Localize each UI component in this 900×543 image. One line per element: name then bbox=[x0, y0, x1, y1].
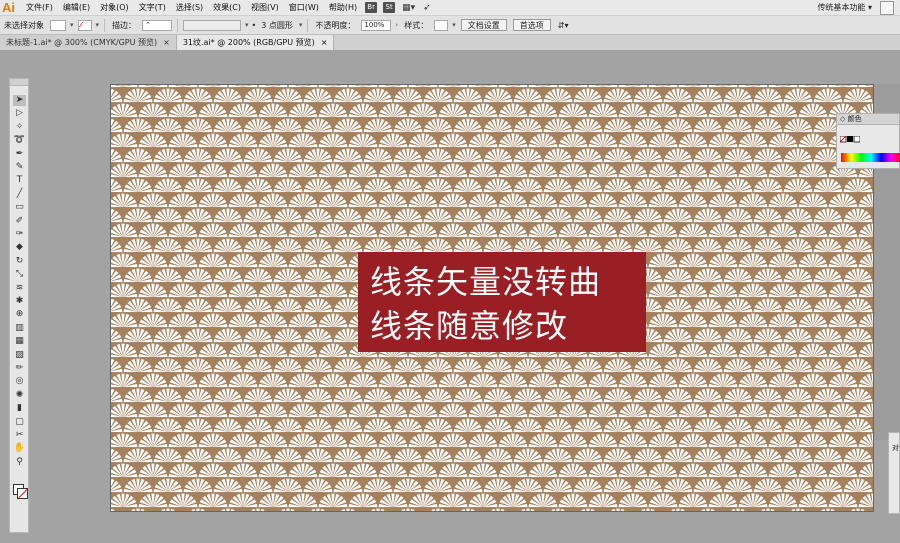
document-tabs: 未标题-1.ai* @ 300% (CMYK/GPU 预览) × 31纹.ai*… bbox=[0, 35, 900, 50]
style-label: 样式： bbox=[404, 20, 429, 30]
color-panel-title[interactable]: ◇ 颜色 bbox=[837, 114, 899, 125]
menu-type[interactable]: 文字(T) bbox=[134, 2, 171, 13]
stroke-color-dropdown[interactable]: ⁄ bbox=[77, 19, 92, 31]
stock-button[interactable]: St bbox=[383, 2, 396, 13]
blend-tool[interactable]: ◎ bbox=[13, 376, 26, 387]
stroke-label: 描边： bbox=[112, 20, 137, 30]
divider bbox=[177, 18, 179, 32]
graphic-style-dropdown[interactable] bbox=[434, 19, 449, 31]
fill-stroke-swatches[interactable] bbox=[13, 484, 28, 499]
menu-edit[interactable]: 编辑(E) bbox=[58, 2, 95, 13]
caption-box: 线条矢量没转曲 线条随意修改 bbox=[358, 252, 646, 352]
zoom-tool[interactable]: ⚲ bbox=[13, 457, 26, 468]
app-logo: Ai bbox=[2, 0, 15, 15]
chevron-down-icon[interactable]: ▾ bbox=[299, 21, 303, 29]
shape-builder-tool[interactable]: ⊕ bbox=[13, 309, 26, 320]
document-setup-button[interactable]: 文档设置 bbox=[460, 19, 507, 31]
pen-tool[interactable]: ✒ bbox=[13, 149, 26, 160]
menu-bar: Ai 文件(F) 编辑(E) 对象(O) 文字(T) 选择(S) 效果(C) 视… bbox=[0, 0, 900, 16]
rotate-tool[interactable]: ↻ bbox=[13, 256, 26, 267]
fill-stroke-mini-icon[interactable] bbox=[840, 136, 860, 143]
menu-view[interactable]: 视图(V) bbox=[246, 2, 284, 13]
menu-effect[interactable]: 效果(C) bbox=[208, 2, 246, 13]
line-tool[interactable]: ╱ bbox=[13, 189, 26, 200]
stroke-weight-field[interactable]: ⌃ bbox=[142, 19, 173, 31]
close-icon[interactable]: × bbox=[321, 38, 328, 47]
tab-untitled-1[interactable]: 未标题-1.ai* @ 300% (CMYK/GPU 预览) × bbox=[0, 35, 177, 50]
menu-object[interactable]: 对象(O) bbox=[95, 2, 134, 13]
tab-label: 未标题-1.ai* @ 300% (CMYK/GPU 预览) bbox=[6, 38, 158, 47]
menu-help[interactable]: 帮助(H) bbox=[324, 2, 362, 13]
divider bbox=[307, 18, 309, 32]
shaper-tool[interactable]: ✑ bbox=[13, 229, 26, 240]
chevron-down-icon[interactable]: ▾ bbox=[452, 21, 456, 29]
fill-color-dropdown[interactable] bbox=[50, 19, 66, 31]
symbol-sprayer-tool[interactable]: ✺ bbox=[13, 390, 26, 401]
panel-grip[interactable] bbox=[10, 79, 28, 86]
selection-status: 未选择对象 bbox=[4, 20, 44, 30]
magic-wand-tool[interactable]: ✧ bbox=[13, 122, 26, 133]
tab-label: 31纹.ai* @ 200% (RGB/GPU 预览) bbox=[182, 38, 315, 47]
workspace-switcher[interactable]: 传统基本功能 ▾ bbox=[817, 2, 872, 13]
color-panel[interactable]: ◇ 颜色 bbox=[836, 113, 900, 169]
close-icon[interactable]: × bbox=[163, 38, 170, 47]
menu-window[interactable]: 窗口(W) bbox=[284, 2, 324, 13]
divider bbox=[104, 18, 106, 32]
chevron-down-icon[interactable]: ▾ bbox=[70, 21, 74, 29]
puppet-warp-tool[interactable]: ✱ bbox=[13, 296, 26, 307]
preferences-button[interactable]: 首选项 bbox=[512, 19, 551, 31]
artboard[interactable]: 线条矢量没转曲 线条随意修改 bbox=[110, 84, 874, 512]
hand-tool[interactable]: ✋ bbox=[13, 443, 26, 454]
bridge-button[interactable]: Br bbox=[365, 2, 378, 13]
curvature-tool[interactable]: ✎ bbox=[13, 162, 26, 173]
menu-select[interactable]: 选择(S) bbox=[171, 2, 208, 13]
search-icon[interactable] bbox=[880, 1, 894, 15]
slice-tool[interactable]: ✂ bbox=[13, 430, 26, 441]
chevron-right-icon[interactable]: › bbox=[395, 21, 398, 29]
caption-line-1: 线条矢量没转曲 bbox=[370, 263, 602, 301]
chevron-down-icon[interactable]: ▾ bbox=[245, 21, 249, 29]
variable-width-dropdown[interactable] bbox=[183, 19, 242, 31]
caption-line-2: 线条随意修改 bbox=[370, 307, 569, 345]
artboard-tool[interactable]: ▢ bbox=[13, 417, 26, 428]
control-bar: 未选择对象 ▾ ⁄ ▾ 描边： ⌃ ▾ • 3 点圆形 ▾ 不透明度： 100%… bbox=[0, 16, 900, 35]
collapsed-panel[interactable]: 对 bbox=[888, 432, 900, 514]
scale-tool[interactable]: ⤡ bbox=[13, 269, 26, 280]
brush-definition[interactable]: 3 点圆形 bbox=[261, 20, 293, 31]
paintbrush-tool[interactable]: ✐ bbox=[13, 216, 26, 227]
menu-file[interactable]: 文件(F) bbox=[21, 2, 58, 13]
chevron-down-icon[interactable]: ▾ bbox=[96, 21, 100, 29]
color-spectrum[interactable] bbox=[841, 153, 900, 162]
arrange-documents-icon[interactable]: ▦▾ bbox=[402, 3, 415, 13]
brush-dot-icon: • bbox=[251, 20, 257, 30]
arrange-icon[interactable]: ⇵▾ bbox=[558, 21, 569, 30]
opacity-label: 不透明度： bbox=[315, 20, 356, 30]
panel-label: 对 bbox=[892, 444, 899, 452]
tab-31wen[interactable]: 31纹.ai* @ 200% (RGB/GPU 预览) × bbox=[176, 35, 335, 50]
column-graph-tool[interactable]: ▮ bbox=[13, 403, 26, 414]
direct-selection-tool[interactable]: ▷ bbox=[13, 108, 26, 119]
selection-tool[interactable]: ➤ bbox=[13, 95, 26, 106]
perspective-tool[interactable]: ▥ bbox=[13, 323, 26, 334]
mesh-tool[interactable]: ▦ bbox=[13, 336, 26, 347]
gpu-rocket-icon[interactable]: ➶ bbox=[423, 3, 431, 13]
width-tool[interactable]: ≋ bbox=[13, 283, 26, 294]
stroke-swatch[interactable] bbox=[17, 488, 28, 499]
tools-panel: ➤ ▷ ✧ ➰ ✒ ✎ T ╱ ▭ ✐ ✑ ◆ ↻ ⤡ ≋ ✱ ⊕ ▥ ▦ ▨ ✏ ◎ ✺ ▮ ▢ ✂ ✋ ⚲ bbox=[9, 78, 29, 533]
lasso-tool[interactable]: ➰ bbox=[13, 135, 26, 146]
rectangle-tool[interactable]: ▭ bbox=[13, 202, 26, 213]
eyedropper-tool[interactable]: ✏ bbox=[13, 363, 26, 374]
eraser-tool[interactable]: ◆ bbox=[13, 242, 26, 253]
opacity-field[interactable]: 100% bbox=[361, 19, 392, 31]
gradient-tool[interactable]: ▨ bbox=[13, 350, 26, 361]
type-tool[interactable]: T bbox=[13, 175, 26, 186]
